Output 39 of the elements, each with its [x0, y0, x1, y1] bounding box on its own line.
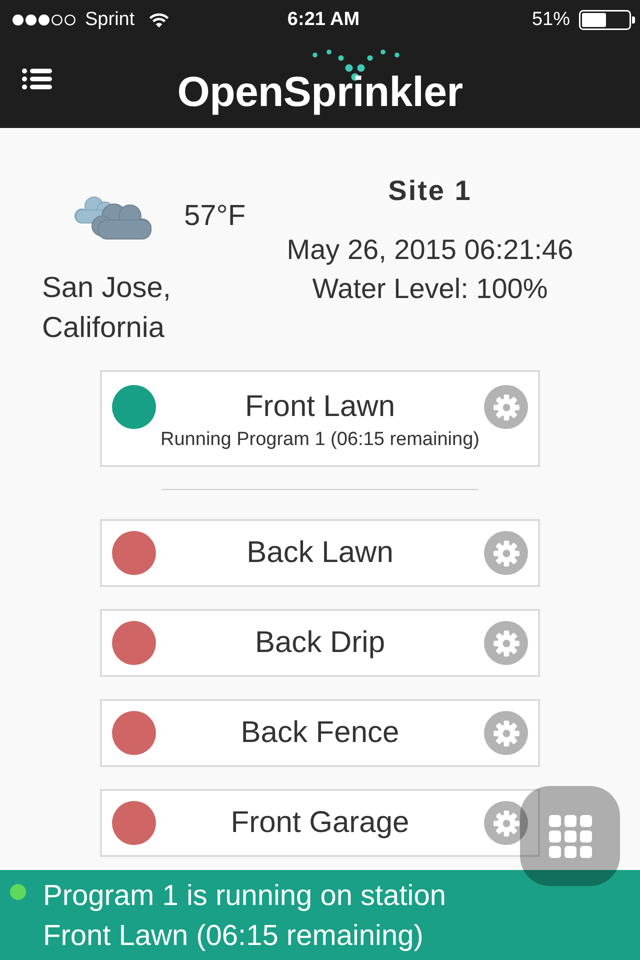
station-name: Front Lawn: [244, 389, 396, 425]
station-settings-button[interactable]: [484, 621, 528, 665]
station-status: Running Program 1 (06:15 remaining): [160, 428, 480, 452]
gear-icon: [492, 630, 520, 656]
menu-icon: [22, 68, 52, 90]
station-name: Front Garage: [230, 805, 410, 841]
station-card[interactable]: Back Drip: [100, 609, 540, 677]
wifi-icon: [148, 12, 169, 28]
grid-menu-button[interactable]: [520, 786, 620, 886]
carrier-name: Sprint: [85, 9, 135, 31]
station-card[interactable]: Front Garage: [100, 789, 540, 857]
gear-icon: [492, 540, 520, 566]
clock-time: 6:21 AM: [287, 9, 360, 31]
station-card[interactable]: Front Lawn Running Program 1 (06:15 remaining): [100, 370, 540, 467]
signal-strength-icon: [12, 14, 76, 26]
station-settings-button[interactable]: [484, 531, 528, 575]
station-settings-button[interactable]: [484, 801, 528, 845]
gear-icon: [492, 810, 520, 836]
temperature: 57°F: [184, 200, 246, 232]
menu-button[interactable]: [22, 68, 52, 90]
station-name: Back Fence: [240, 715, 400, 751]
notification-text: Program 1 is running on station Front Lawn (06:15 remaining): [43, 879, 447, 954]
gear-icon: [492, 394, 520, 420]
date-time: May 26, 2015 06:21:46: [286, 233, 574, 267]
status-dot-icon: [10, 884, 26, 900]
station-name: Back Lawn: [246, 535, 394, 571]
grid-icon: [548, 814, 592, 858]
battery-percentage: 51%: [532, 9, 570, 31]
location-name: San Jose, California: [42, 271, 172, 346]
station-settings-button[interactable]: [484, 385, 528, 429]
app-logo: OpenSprinkler: [177, 71, 463, 113]
station-card[interactable]: Back Lawn: [100, 519, 540, 587]
site-name: Site 1: [388, 174, 472, 208]
gear-icon: [492, 720, 520, 746]
station-card[interactable]: Back Fence: [100, 699, 540, 767]
station-name: Back Drip: [254, 625, 386, 661]
station-settings-button[interactable]: [484, 711, 528, 755]
battery-icon: [579, 10, 635, 30]
water-level: Water Level: 100%: [312, 272, 548, 306]
